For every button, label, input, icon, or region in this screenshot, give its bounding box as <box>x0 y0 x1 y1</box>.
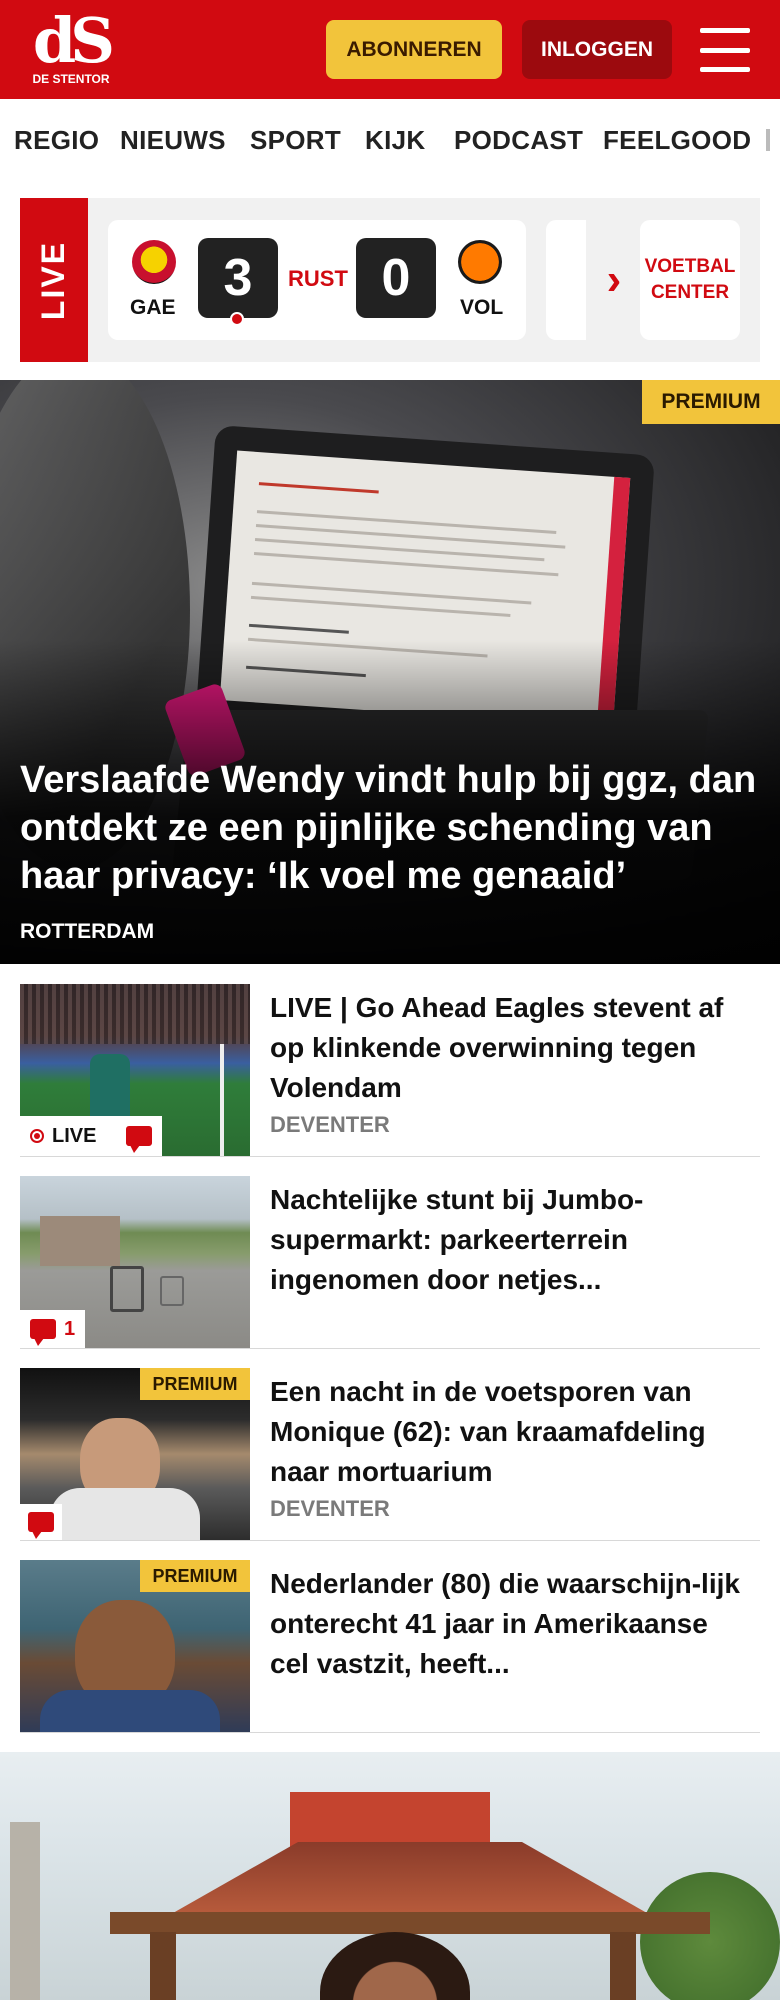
article-card[interactable]: LIVE LIVE | Go Ahead Eagles stevent af o… <box>20 984 760 1157</box>
home-score: 3 <box>198 238 278 318</box>
scroll-right-button[interactable]: › <box>586 220 642 340</box>
article-thumbnail: LIVE <box>20 984 250 1156</box>
go-ahead-eagles-badge-icon <box>132 240 176 284</box>
hero-article[interactable]: PREMIUM Verslaafde Wendy vindt hulp bij … <box>0 380 780 964</box>
home-team-code: GAE <box>130 296 176 319</box>
comment-icon <box>30 1319 56 1346</box>
screen-line <box>258 482 379 494</box>
premium-badge: PREMIUM <box>140 1368 250 1400</box>
photo-tree <box>640 1872 780 2000</box>
logo-mark: dS <box>32 4 115 77</box>
premium-badge: PREMIUM <box>140 1560 250 1592</box>
de-stentor-logo[interactable]: dS DE STENTOR <box>30 4 115 87</box>
next-article-image[interactable] <box>0 1752 780 2000</box>
voetbal-center-link[interactable]: VOETBAL CENTER <box>640 220 740 340</box>
nav-item-nieuws[interactable]: NIEUWS <box>120 125 226 156</box>
comment-badge: 1 <box>20 1310 86 1348</box>
live-tag-label: LIVE <box>35 240 72 320</box>
away-team-code: VOL <box>460 296 504 319</box>
hero-location: ROTTERDAM <box>20 920 155 943</box>
crowd-pattern <box>20 984 250 1044</box>
logo-subtitle: DE STENTOR <box>32 72 110 86</box>
person-shirt <box>40 1690 220 1732</box>
subscribe-button[interactable]: ABONNEREN <box>326 20 502 79</box>
login-button[interactable]: INLOGGEN <box>522 20 672 79</box>
nav-item-sport[interactable]: SPORT <box>250 125 341 156</box>
nav-item-podcast[interactable]: PODCAST <box>454 125 583 156</box>
article-thumbnail: 1 <box>20 1176 250 1348</box>
nav-item-regio[interactable]: REGIO <box>14 125 99 156</box>
shopping-cart-shape <box>160 1276 184 1306</box>
article-title[interactable]: Nederlander (80) die waarschijn-lijk ont… <box>270 1564 750 1684</box>
photo-pavilion-beam <box>110 1912 710 1934</box>
menu-bar <box>700 67 750 72</box>
photo-pavilion-post <box>610 1932 636 2000</box>
comment-icon <box>126 1126 153 1153</box>
live-label: LIVE <box>52 1124 97 1147</box>
screen-line <box>256 510 557 535</box>
article-card[interactable]: PREMIUM Een nacht in de voetsporen van M… <box>20 1368 760 1541</box>
screen-line <box>248 623 349 634</box>
player-figure <box>90 1054 130 1124</box>
live-tag: LIVE <box>20 198 88 362</box>
goal-post <box>220 1044 250 1156</box>
photo-person <box>320 1932 470 2000</box>
premium-badge: PREMIUM <box>642 380 780 424</box>
match-card[interactable]: GAE 3 RUST 0 VOL <box>108 220 526 340</box>
photo-tower <box>10 1822 40 2000</box>
hero-title[interactable]: Verslaafde Wendy vindt hulp bij ggz, dan… <box>20 756 765 900</box>
menu-bar <box>700 47 750 53</box>
nav-item-feelgood[interactable]: FEELGOOD <box>603 125 751 156</box>
chevron-right-icon: › <box>606 255 622 304</box>
comment-count: 1 <box>64 1317 76 1340</box>
article-title[interactable]: LIVE | Go Ahead Eagles stevent af op kli… <box>270 988 750 1108</box>
photo-pavilion-roof <box>174 1842 646 1912</box>
article-thumbnail: PREMIUM <box>20 1368 250 1540</box>
comment-icon <box>28 1512 54 1539</box>
nav-item-kijk[interactable]: KIJK <box>365 125 425 156</box>
fc-volendam-badge-icon <box>458 240 502 284</box>
article-title[interactable]: Een nacht in de voetsporen van Monique (… <box>270 1372 750 1492</box>
building-shape <box>40 1216 120 1266</box>
article-title[interactable]: Nachtelijke stunt bij Jumbo-supermarkt: … <box>270 1180 750 1300</box>
article-location: DEVENTER <box>270 1112 390 1137</box>
article-card[interactable]: 1 Nachtelijke stunt bij Jumbo-supermarkt… <box>20 1176 760 1349</box>
match-status: RUST <box>288 266 348 291</box>
next-match-card[interactable] <box>546 220 586 340</box>
article-card[interactable]: PREMIUM Nederlander (80) die waarschijn-… <box>20 1560 760 1733</box>
away-score: 0 <box>356 238 436 318</box>
photo-pavilion-post <box>150 1932 176 2000</box>
article-thumbnail: PREMIUM <box>20 1560 250 1732</box>
person-uniform <box>50 1488 200 1540</box>
live-dot-icon <box>30 1129 44 1143</box>
hamburger-menu-icon[interactable] <box>700 28 750 72</box>
live-indicator-dot <box>230 312 244 326</box>
comment-badge <box>20 1504 62 1540</box>
live-comment-badge: LIVE <box>20 1116 163 1156</box>
menu-bar <box>700 28 750 33</box>
nav-overflow-edge <box>766 129 770 151</box>
site-header: dS DE STENTOR ABONNEREN INLOGGEN <box>0 0 780 99</box>
article-location: DEVENTER <box>270 1496 390 1521</box>
section-nav: REGIO NIEUWS SPORT KIJK PODCAST FEELGOOD <box>0 99 780 181</box>
live-scoreboard: LIVE GAE 3 RUST 0 VOL › VOETBAL CENTER <box>20 198 760 362</box>
shopping-cart-shape <box>110 1266 144 1312</box>
